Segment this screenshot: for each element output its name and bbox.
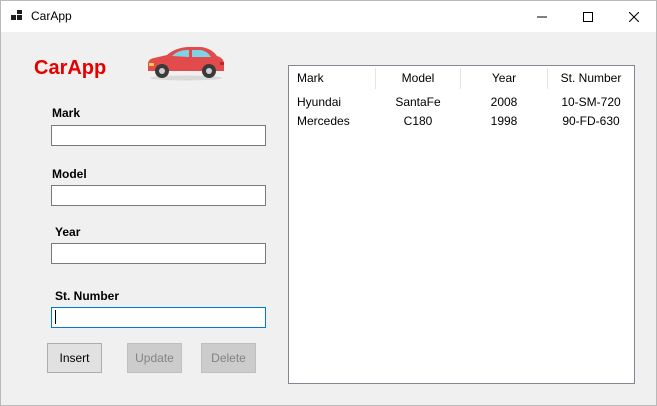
cell-stnumber: 90-FD-630 [562,114,620,128]
cell-model: SantaFe [395,95,441,109]
text-caret [55,310,56,324]
cars-list-view[interactable]: Mark Model Year St. Number Hyundai Santa… [288,65,635,384]
insert-button[interactable]: Insert [47,343,102,373]
cell-model: C180 [403,114,433,128]
column-header-model[interactable]: Model [376,66,460,91]
brand-title: CarApp [34,57,107,79]
cell-year: 1998 [490,114,518,128]
car-icon [148,47,224,81]
minimize-button[interactable] [519,1,565,32]
stnumber-label: St. Number [55,289,120,303]
model-input[interactable] [51,185,266,206]
list-header: Mark Model Year St. Number [289,66,634,91]
maximize-icon [583,11,593,22]
title-bar[interactable]: CarApp [1,1,656,32]
cell-mark: Hyundai [297,95,342,109]
cell-year: 2008 [490,95,518,109]
mark-label: Mark [52,106,81,120]
column-header-stnumber[interactable]: St. Number [548,66,634,91]
year-input[interactable] [51,243,266,264]
model-label: Model [52,167,87,181]
mark-input[interactable] [51,125,266,146]
delete-button[interactable]: Delete [201,343,256,373]
app-window: CarApp CarApp Mark Model Year St. Number… [0,0,657,406]
cell-stnumber: 10-SM-720 [561,95,621,109]
year-label: Year [55,225,81,239]
column-header-year[interactable]: Year [461,66,547,91]
app-icon [11,10,22,20]
minimize-icon [537,16,547,17]
maximize-button[interactable] [565,1,611,32]
column-header-mark[interactable]: Mark [289,66,375,91]
close-icon [629,11,639,22]
window-title: CarApp [31,9,72,23]
stnumber-input[interactable] [51,307,266,328]
update-button[interactable]: Update [127,343,182,373]
close-button[interactable] [611,1,656,32]
cell-mark: Mercedes [297,114,350,128]
